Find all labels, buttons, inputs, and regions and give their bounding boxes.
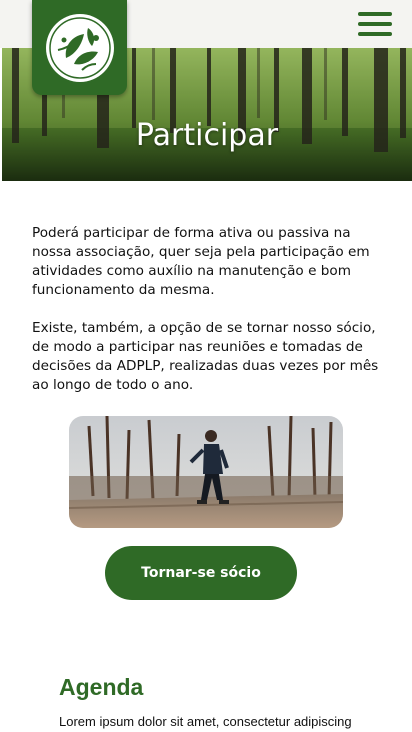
membership-paragraph: Existe, também, a opção de se tornar nos… bbox=[32, 320, 379, 393]
hamburger-menu-icon[interactable] bbox=[358, 12, 392, 36]
become-member-button[interactable]: Tornar-se sócio bbox=[105, 546, 297, 600]
agenda-text: Lorem ipsum dolor sit amet, consectetur … bbox=[59, 714, 352, 729]
menu-bar bbox=[358, 22, 392, 26]
agenda-heading: Agenda bbox=[59, 674, 144, 700]
walking-person-photo bbox=[69, 416, 343, 528]
page-title: Participar bbox=[135, 118, 279, 153]
menu-bar bbox=[358, 32, 392, 36]
photo-image bbox=[69, 416, 343, 528]
menu-bar bbox=[358, 12, 392, 16]
intro-paragraph: Poderá participar de forma ativa ou pass… bbox=[32, 225, 370, 298]
leaf-circle-logo-icon bbox=[45, 13, 114, 82]
site-logo[interactable] bbox=[32, 0, 127, 95]
